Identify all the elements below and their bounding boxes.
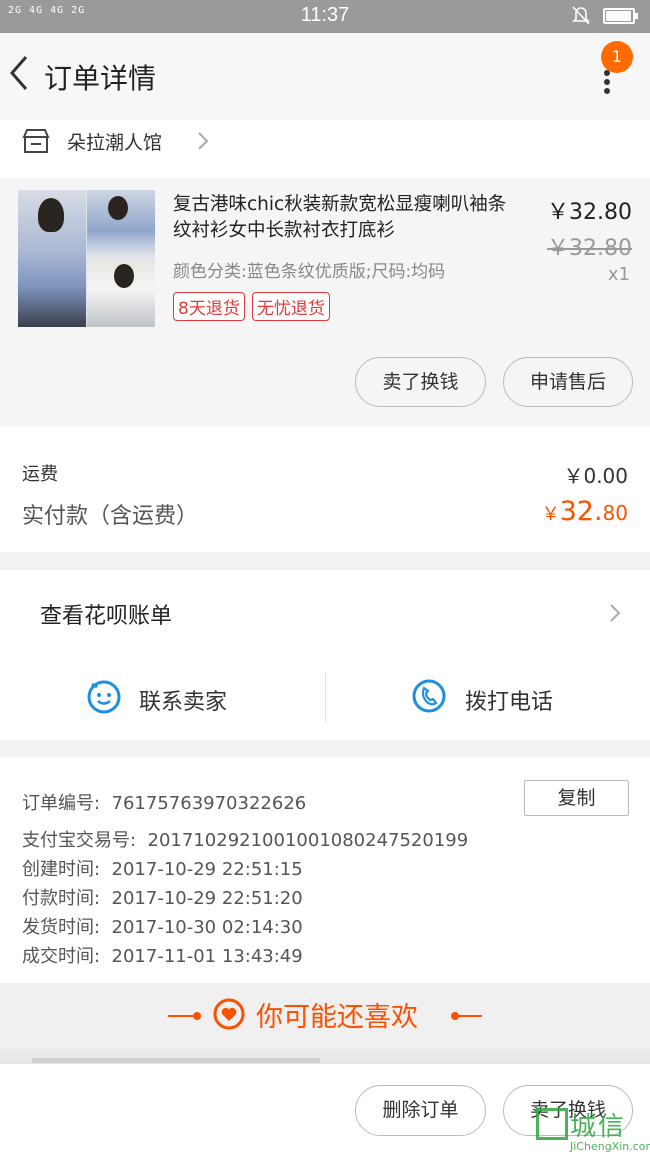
dot-icon: [604, 88, 610, 94]
model-head: [38, 198, 64, 232]
status-time: 11:37: [300, 4, 350, 26]
row-value: 2017102921001001080247520199: [147, 830, 469, 851]
after-sale-button[interactable]: 申请售后: [503, 357, 633, 407]
divider-dot: [193, 1012, 201, 1020]
row-value: 76175763970322626: [111, 793, 307, 814]
paid-amount: ￥32.80: [542, 496, 628, 527]
cost-summary: 运费 ￥0.00 实付款（含运费） ￥32.80: [0, 426, 650, 552]
alipay-trade-row: 支付宝交易号: 2017102921001001080247520199: [22, 826, 468, 852]
phone-icon[interactable]: [411, 678, 447, 718]
product-price: ￥32.80: [547, 200, 632, 225]
chevron-right-icon: [608, 602, 622, 628]
contact-bar: 联系卖家 拨打电话: [0, 656, 650, 740]
delete-order-button[interactable]: 删除订单: [355, 1085, 486, 1136]
row-label: 发货时间:: [22, 917, 101, 938]
recommend-title: 你可能还喜欢: [256, 1002, 418, 1033]
battery-icon: [603, 8, 638, 24]
contact-seller-button[interactable]: 联系卖家: [139, 684, 227, 716]
row-value: 2017-10-30 02:14:30: [111, 917, 303, 938]
product-card[interactable]: 复古港味chic秋装新款宽松显瘦喇叭袖条纹衬衫女中长款衬衣打底衫 颜色分类:蓝色…: [0, 178, 650, 426]
worry-free-return-tag: 无忧退货: [251, 292, 330, 321]
recommend-list[interactable]: [0, 1049, 650, 1064]
row-label: 付款时间:: [22, 888, 101, 909]
recommend-header: 你可能还喜欢: [0, 983, 650, 1049]
shipping-value: ￥0.00: [563, 464, 628, 488]
row-value: 2017-10-29 22:51:15: [111, 859, 303, 880]
row-value: 2017-10-29 22:51:20: [111, 888, 303, 909]
paid-currency: ￥: [541, 504, 560, 525]
bell-muted-icon: [570, 4, 592, 31]
paid-label: 实付款（含运费）: [22, 504, 199, 529]
shop-icon: [22, 128, 50, 158]
huabei-label: 查看花呗账单: [40, 604, 173, 629]
return-tag: 8天退货: [173, 292, 245, 321]
shop-row[interactable]: 朵拉潮人馆: [0, 120, 650, 178]
shipping-label: 运费: [22, 464, 58, 485]
product-name: 复古港味chic秋装新款宽松显瘦喇叭袖条纹衬衫女中长款衬衣打底衫: [173, 194, 507, 241]
paid-time-row: 付款时间: 2017-10-29 22:51:20: [22, 884, 303, 910]
row-label: 支付宝交易号:: [22, 830, 137, 851]
row-label: 订单编号:: [22, 793, 101, 814]
product-quantity: x1: [607, 264, 630, 285]
copy-button[interactable]: 复制: [524, 780, 629, 816]
back-button[interactable]: [6, 53, 36, 93]
paid-int: 32.: [559, 496, 603, 527]
row-value: 2017-11-01 13:43:49: [111, 946, 303, 967]
watermark-logo: 城信 JiChengXin.com: [534, 1102, 650, 1155]
completed-time-row: 成交时间: 2017-11-01 13:43:49: [22, 942, 303, 968]
notification-badge[interactable]: 1: [601, 41, 633, 73]
row-label: 成交时间:: [22, 946, 101, 967]
product-spec: 颜色分类:蓝色条纹优质版;尺码:均码: [173, 262, 446, 282]
page-title: 订单详情: [44, 62, 157, 95]
product-original-price: ￥32.80: [547, 236, 632, 261]
product-tags: 8天退货 无忧退货: [173, 292, 337, 321]
watermark-box: [536, 1108, 568, 1140]
watermark-text: 城信: [570, 1112, 627, 1142]
order-info: 订单编号: 76175763970322626 复制 支付宝交易号: 20171…: [0, 757, 650, 983]
status-bar: 2G 4G 4G 2G 11:37: [0, 0, 650, 33]
shipped-time-row: 发货时间: 2017-10-30 02:14:30: [22, 913, 303, 939]
heart-icon: [212, 997, 246, 1035]
divider: [325, 672, 326, 722]
call-phone-button[interactable]: 拨打电话: [465, 684, 553, 716]
paid-dec: 80: [602, 501, 628, 525]
created-time-row: 创建时间: 2017-10-29 22:51:15: [22, 855, 303, 881]
battery-fill: [606, 11, 631, 21]
chevron-right-icon: [196, 130, 210, 156]
header: 订单详情 1: [0, 33, 650, 120]
shop-name: 朵拉潮人馆: [67, 132, 163, 154]
watermark-url: JiChengXin.com: [570, 1140, 650, 1153]
chat-icon[interactable]: [86, 678, 122, 718]
model-head: [114, 264, 134, 288]
order-number-row: 订单编号: 76175763970322626: [22, 789, 306, 815]
sell-button[interactable]: 卖了换钱: [355, 357, 486, 407]
product-image[interactable]: [18, 190, 155, 327]
row-label: 创建时间:: [22, 859, 101, 880]
huabei-row[interactable]: 查看花呗账单: [0, 570, 650, 656]
dot-icon: [604, 79, 610, 85]
divider-line: [454, 1015, 482, 1017]
model-head: [108, 196, 128, 220]
